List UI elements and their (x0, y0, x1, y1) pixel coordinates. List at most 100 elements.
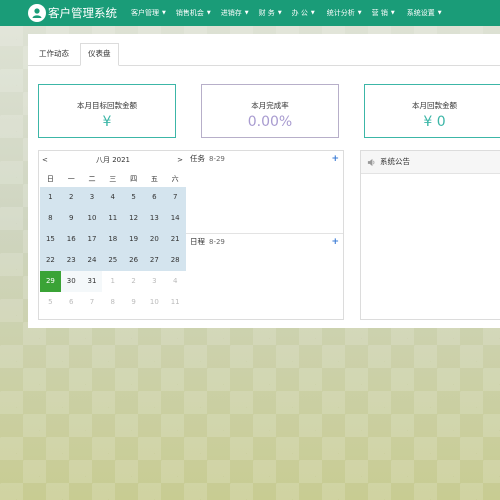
caret-down-icon: ▼ (357, 10, 362, 16)
calendar-day[interactable]: 19 (123, 229, 144, 250)
calendar-day[interactable]: 12 (123, 208, 144, 229)
task-schedule-panel: 任务 8-29 + 日程 8-29 + (186, 150, 344, 320)
calendar-day-other-month[interactable]: 4 (164, 271, 186, 292)
calendar-day[interactable]: 3 (81, 187, 103, 208)
calendar-day[interactable]: 15 (40, 229, 61, 250)
task-header: 任务 8-29 + (186, 151, 343, 167)
calendar-day[interactable]: 6 (143, 187, 165, 208)
menu-label: 客户管理 (131, 9, 159, 17)
calendar-day[interactable]: 30 (60, 271, 82, 292)
add-schedule-button[interactable]: + (331, 234, 339, 250)
weekday-label: 一 (67, 175, 75, 183)
calendar-day-other-month[interactable]: 2 (123, 271, 144, 292)
calendar-day[interactable]: 16 (60, 229, 82, 250)
calendar-next-button[interactable]: > (177, 151, 183, 169)
caret-down-icon: ▼ (206, 10, 211, 16)
speaker-icon (367, 158, 375, 166)
calendar-day-other-month[interactable]: 3 (143, 271, 165, 292)
target-amount-card: 本月目标回款金额 ¥ (38, 84, 176, 138)
calendar-day[interactable]: 14 (164, 208, 186, 229)
caret-down-icon: ▼ (310, 10, 315, 16)
menu-label: 统计分析 (326, 9, 355, 17)
logo-icon (32, 8, 42, 18)
calendar-day-other-month[interactable]: 6 (60, 292, 82, 313)
received-amount-card: 本月回款金额 ¥ 0 (364, 84, 500, 138)
calendar-day[interactable]: 21 (164, 229, 186, 250)
menu-marketing[interactable]: 营 销 ▼ (372, 8, 395, 18)
calendar-day-other-month[interactable]: 8 (102, 292, 124, 313)
completion-rate-card: 本月完成率 0.00% (201, 84, 339, 138)
calendar-day-other-month[interactable]: 1 (102, 271, 124, 292)
menu-statistics[interactable]: 统计分析 ▼ (327, 8, 362, 18)
menu-label: 系统设置 (406, 9, 435, 17)
caret-down-icon: ▼ (437, 10, 442, 16)
weekday-label: 四 (130, 175, 138, 183)
calendar-day-other-month[interactable]: 10 (143, 292, 165, 313)
tab-work-updates[interactable]: 工作动态 (32, 44, 76, 64)
tab-dashboard[interactable]: 仪表盘 (80, 43, 119, 66)
menu-sales[interactable]: 销售机会 ▼ (176, 8, 211, 18)
menu-customer[interactable]: 客户管理 ▼ (131, 8, 166, 18)
caret-down-icon: ▼ (390, 10, 395, 16)
calendar-day[interactable]: 18 (102, 229, 124, 250)
menu-label: 营 销 (371, 9, 388, 17)
calendar-day[interactable]: 17 (81, 229, 103, 250)
calendar-day[interactable]: 11 (102, 208, 124, 229)
dashboard-panel: 工作动态 仪表盘 本月目标回款金额 ¥ 本月完成率 0.00% 本月回款金额 ¥… (28, 34, 500, 328)
menu-settings[interactable]: 系统设置 ▼ (407, 8, 442, 18)
calendar-week-row: 8 9 10 11 12 13 14 (40, 208, 186, 229)
calendar-week-row: 1234567 (40, 187, 186, 208)
caret-down-icon: ▼ (244, 10, 249, 16)
calendar-day[interactable]: 10 (81, 208, 103, 229)
task-label: 任务 (190, 154, 205, 163)
calendar-day[interactable]: 31 (81, 271, 103, 292)
calendar-day[interactable]: 26 (123, 250, 144, 271)
caret-down-icon: ▼ (277, 10, 282, 16)
main-menu: 客户管理 ▼ 销售机会 ▼ 进销存 ▼ 财 务 ▼ 办 公 ▼ 统计分析 ▼ 营 销 ▼ 系统… (131, 0, 442, 26)
weekday-row: 日一二三四五六 (40, 171, 186, 187)
calendar-day[interactable]: 27 (143, 250, 165, 271)
schedule-header: 日程 8-29 + (186, 234, 343, 250)
task-list (186, 167, 343, 233)
calendar-day[interactable]: 13 (143, 208, 165, 229)
caret-down-icon: ▼ (162, 10, 166, 16)
calendar-week-row: 15 16 17 18 19 20 21 (40, 229, 186, 250)
schedule-label: 日程 (190, 237, 205, 246)
calendar-day-other-month[interactable]: 11 (164, 292, 186, 313)
add-task-button[interactable]: + (331, 151, 339, 167)
calendar-grid: 日一二三四五六 1 2 3 4 5 6 7 8 9 10 11 12 13 14 15 16 17 18 19 20 21… (40, 171, 186, 313)
menu-office[interactable]: 办 公 ▼ (292, 8, 315, 18)
calendar-week-row: 22 23 24 25 26 27 28 (40, 250, 186, 271)
calendar-day-other-month[interactable]: 5 (40, 292, 61, 313)
weekday-label: 二 (88, 175, 96, 183)
weekday-label: 日 (46, 175, 54, 183)
menu-label: 财 务 (258, 9, 275, 17)
calendar-day[interactable]: 1 (40, 187, 61, 208)
calendar-day-other-month[interactable]: 9 (123, 292, 144, 313)
calendar-day[interactable]: 25 (102, 250, 124, 271)
schedule-section: 日程 8-29 + (186, 233, 343, 250)
calendar-day[interactable]: 2 (60, 187, 82, 208)
app-title: 客户管理系统 (48, 6, 117, 20)
calendar-day[interactable]: 23 (60, 250, 82, 271)
calendar-day[interactable]: 24 (81, 250, 103, 271)
calendar-day[interactable]: 28 (164, 250, 186, 271)
menu-finance[interactable]: 财 务 ▼ (259, 8, 282, 18)
calendar-day[interactable]: 5 (123, 187, 144, 208)
calendar-day[interactable]: 20 (143, 229, 165, 250)
menu-inventory[interactable]: 进销存 ▼ (221, 8, 249, 18)
calendar-day[interactable]: 4 (102, 187, 124, 208)
weekday-label: 五 (150, 175, 158, 183)
calendar-day[interactable]: 29 (40, 271, 61, 292)
calendar-prev-button[interactable]: < (42, 151, 48, 169)
calendar-day[interactable]: 8 (40, 208, 61, 229)
announcement-panel: 系统公告 (360, 150, 500, 320)
weekday-label: 六 (171, 175, 179, 183)
calendar-day-other-month[interactable]: 7 (81, 292, 103, 313)
calendar-day[interactable]: 22 (40, 250, 61, 271)
calendar-day[interactable]: 9 (60, 208, 82, 229)
card-label: 本月完成率 (251, 101, 289, 110)
calendar-day[interactable]: 7 (164, 187, 186, 208)
card-label: 本月目标回款金额 (77, 101, 137, 110)
menu-label: 销售机会 (175, 9, 204, 17)
